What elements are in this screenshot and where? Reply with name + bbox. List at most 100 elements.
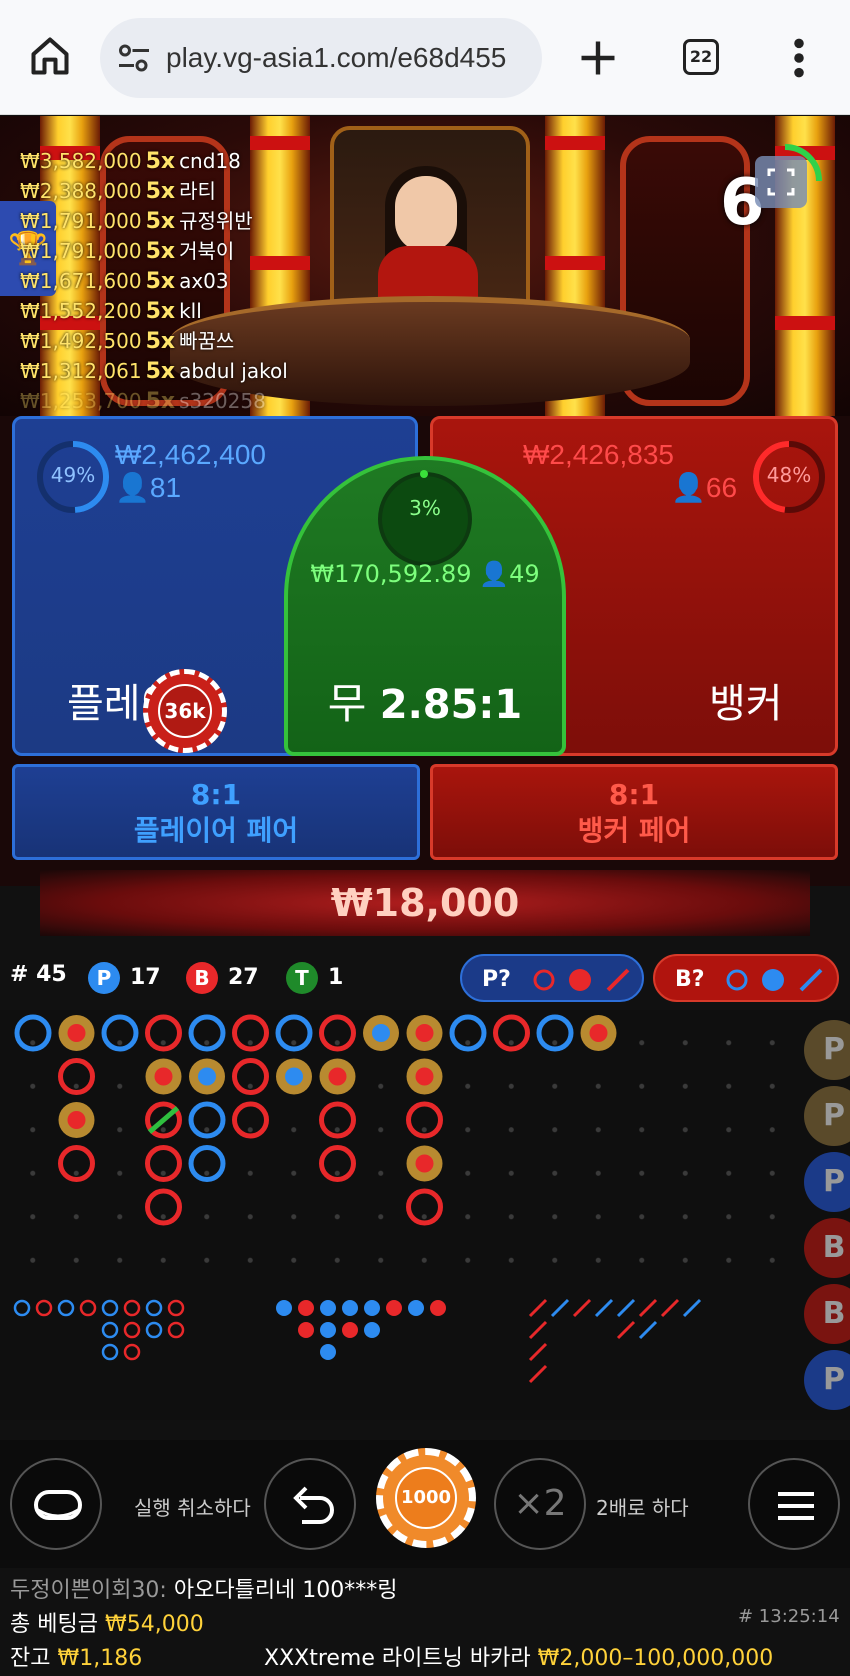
url-text[interactable]: play.vg-asia1.com/e68d455 — [166, 38, 536, 78]
banker-prediction-button[interactable]: B? — [653, 954, 839, 1002]
small-road-bead — [167, 1321, 185, 1339]
player-pair-odds: 8:1 — [190, 778, 242, 811]
road-bead — [232, 1014, 269, 1052]
road-bead-center — [415, 1154, 434, 1173]
prediction-icons — [726, 968, 823, 992]
scoreboard-road[interactable] — [0, 1010, 850, 1420]
small-road-bead — [167, 1299, 185, 1317]
leaderboard-mult: 5x — [145, 239, 176, 264]
road-bead — [188, 1101, 226, 1139]
menu-button[interactable] — [748, 1458, 840, 1550]
small-road-bead — [123, 1343, 141, 1361]
leaderboard-row: ₩1,253,700 5x s320258 — [20, 386, 320, 416]
tab-switcher-button[interactable]: 22 — [683, 39, 719, 75]
chip-selector[interactable]: 1000 — [376, 1448, 476, 1548]
road-bead — [449, 1014, 487, 1052]
cockroach-road-mark — [638, 1320, 658, 1340]
chat-message: 두정이쁜이회30: 아오다틀리네 100***링 — [10, 1572, 398, 1604]
double-button[interactable]: ×2 — [494, 1458, 586, 1550]
side-badge: P — [804, 1152, 850, 1212]
tie-total-amount: ₩170,592.89 — [310, 560, 472, 588]
more-menu-icon[interactable] — [787, 36, 811, 80]
small-road-dot — [276, 1300, 292, 1316]
road-bead — [101, 1014, 139, 1052]
road-bead-center — [328, 1067, 347, 1086]
banker-badge-icon: B — [186, 962, 218, 994]
player-prediction-button[interactable]: P? — [460, 954, 644, 1002]
placed-chip[interactable]: 36k — [143, 669, 227, 753]
game-round-id: # 13:25:14 — [738, 1606, 840, 1627]
leaderboard-mult: 5x — [145, 329, 176, 354]
leaderboard-mult: 5x — [145, 359, 176, 384]
leaderboard-amount: ₩1,312,061 — [20, 359, 142, 383]
side-badge: P — [804, 1086, 850, 1146]
banker-total-amount: ₩2,426,835 — [523, 439, 674, 470]
round-number: # 45 — [10, 962, 67, 987]
bet-limits: ₩2,000–100,000,000 — [537, 1646, 774, 1671]
tie-pct-marker — [420, 470, 428, 478]
road-bead — [232, 1058, 269, 1095]
address-bar[interactable]: play.vg-asia1.com/e68d455 — [100, 18, 542, 98]
betting-area: 49% ₩2,462,400 👤81 플레이어 36k 48% ₩2,426,8… — [0, 416, 850, 936]
banker-pair-label: 뱅커 페어 — [577, 814, 691, 847]
chat-text: 아오다틀리네 100***링 — [173, 1578, 398, 1603]
bet-controls: 실행 취소하다 1000 ×2 2배로 하다 — [0, 1440, 850, 1570]
t-count: 1 — [328, 965, 344, 990]
road-bead-center — [589, 1024, 608, 1042]
new-tab-icon[interactable] — [576, 36, 620, 80]
site-settings-icon[interactable] — [116, 42, 152, 74]
road-bead — [319, 1014, 356, 1052]
leaderboard-amount: ₩1,492,500 — [20, 329, 142, 353]
b-count: 27 — [228, 965, 259, 990]
user-icon: 👤 — [671, 472, 706, 503]
tie-bet-spot[interactable]: 3% ₩170,592.89 👤49 무 2.85:1 — [284, 456, 566, 756]
dealer-face — [395, 176, 457, 252]
small-road-dot — [298, 1322, 314, 1338]
road-bead — [493, 1014, 530, 1052]
small-road-bead — [35, 1299, 53, 1317]
leaderboard-name: cnd18 — [179, 149, 241, 173]
small-road-dot — [320, 1344, 336, 1360]
tie-count-value: 49 — [509, 560, 540, 588]
small-road-bead — [57, 1299, 75, 1317]
small-road-dot — [364, 1322, 380, 1338]
road-bead — [145, 1014, 182, 1052]
player-total-amount: ₩2,462,400 — [115, 439, 266, 470]
live-video: 🏆 ₩3,582,000 5x cnd18 ₩2,388,000 5x 라티 ₩1,791,… — [0, 116, 850, 416]
undo-icon — [293, 1486, 334, 1524]
banker-pair-odds: 8:1 — [608, 778, 660, 811]
leaderboard-mult: 5x — [145, 149, 176, 174]
fullscreen-icon[interactable] — [755, 156, 807, 208]
home-icon[interactable] — [28, 34, 72, 78]
tie-pct: 3% — [409, 496, 441, 520]
banker-pair-bet-spot[interactable]: 8:1 뱅커 페어 — [430, 764, 838, 860]
road-bead-center — [372, 1024, 390, 1042]
leaderboard-row: ₩1,312,061 5x abdul jakol — [20, 356, 320, 386]
road-bead-center — [415, 1024, 434, 1042]
road-bead — [319, 1101, 356, 1139]
table-icon — [34, 1490, 82, 1520]
small-road-dot — [386, 1300, 402, 1316]
undo-button[interactable] — [264, 1458, 356, 1550]
leaderboard-amount: ₩1,671,600 — [20, 269, 142, 293]
road-bead — [406, 1188, 443, 1226]
user-icon: 👤 — [479, 560, 510, 588]
player-pair-label: 플레이어 페어 — [133, 814, 299, 847]
small-road-dot — [342, 1322, 358, 1338]
table-view-button[interactable] — [10, 1458, 102, 1550]
balance-label: 잔고 — [10, 1646, 51, 1671]
side-badge: P — [804, 1020, 850, 1080]
road-bead — [319, 1145, 356, 1182]
road-bead — [58, 1058, 95, 1095]
side-badge: B — [804, 1284, 850, 1344]
road-bead — [145, 1145, 182, 1182]
player-bettor-count: 👤81 — [115, 471, 181, 504]
road-bead-center — [198, 1067, 216, 1086]
leaderboard-row: ₩1,552,200 5x kll — [20, 296, 320, 326]
player-pair-bet-spot[interactable]: 8:1 플레이어 페어 — [12, 764, 420, 860]
leaderboard-name: abdul jakol — [179, 359, 288, 383]
balance: 잔고 ₩1,186 — [10, 1640, 142, 1672]
user-icon: 👤 — [115, 472, 150, 503]
small-road-bead — [101, 1343, 119, 1361]
game-name: XXXtreme 라이트닝 바카라 — [264, 1646, 531, 1671]
